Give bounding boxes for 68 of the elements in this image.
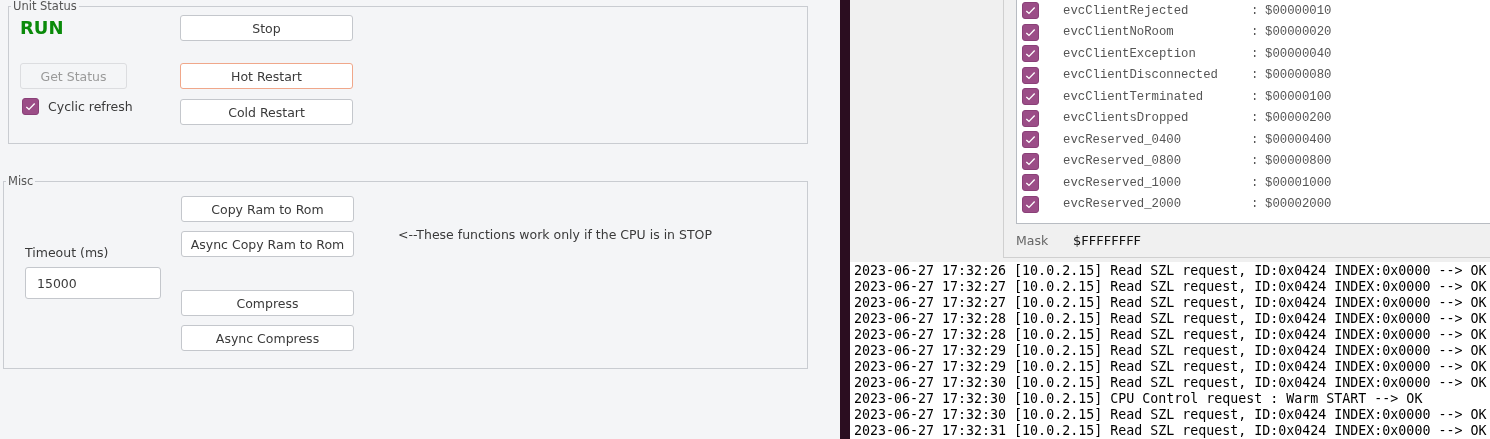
misc-action-button[interactable]: Async Copy Ram to Rom	[181, 231, 354, 257]
misc-action-button[interactable]: Async Compress	[181, 325, 354, 351]
log-line: 2023-06-27 17:32:26 [10.0.2.15] Read SZL request, ID:0x0424 INDEX:0x0000 --> OK	[854, 263, 1488, 279]
event-checkbox[interactable]	[1022, 109, 1039, 127]
log-line: 2023-06-27 17:32:27 [10.0.2.15] Read SZL request, ID:0x0424 INDEX:0x0000 --> OK	[854, 279, 1488, 295]
separator-text: :	[1251, 197, 1260, 212]
event-name: evcReserved_0800	[1063, 154, 1183, 169]
hot-restart-button[interactable]: Hot Restart	[180, 63, 353, 89]
stop-button[interactable]: Stop	[180, 15, 353, 41]
cyclic-refresh-label: Cyclic refresh	[48, 98, 133, 114]
mask-label: Mask	[1016, 233, 1050, 249]
separator-text: :	[1251, 132, 1260, 147]
misc-action-button[interactable]: Compress	[181, 290, 354, 316]
separator-text: :	[1251, 46, 1260, 61]
mask-value: $FFFFFFFF	[1073, 233, 1142, 249]
event-value: $00002000	[1265, 197, 1332, 212]
log-line: 2023-06-27 17:32:29 [10.0.2.15] Read SZL request, ID:0x0424 INDEX:0x0000 --> OK	[854, 359, 1488, 375]
log-line: 2023-06-27 17:32:28 [10.0.2.15] Read SZL request, ID:0x0424 INDEX:0x0000 --> OK	[854, 311, 1488, 327]
event-name: evcClientRejected	[1063, 3, 1190, 18]
event-value: $00000010	[1265, 3, 1332, 18]
event-name: evcReserved_2000	[1063, 197, 1183, 212]
log-line: 2023-06-27 17:32:30 [10.0.2.15] CPU Control request : Warm START --> OK	[854, 391, 1424, 407]
event-name: evcClientNoRoom	[1063, 25, 1175, 40]
log-line: 2023-06-27 17:32:29 [10.0.2.15] Read SZL request, ID:0x0424 INDEX:0x0000 --> OK	[854, 343, 1488, 359]
event-value: $00000200	[1265, 111, 1332, 126]
event-checkbox[interactable]	[1022, 45, 1039, 63]
log-line: 2023-06-27 17:32:30 [10.0.2.15] Read SZL request, ID:0x0424 INDEX:0x0000 --> OK	[854, 375, 1488, 391]
event-value: $00000040	[1265, 46, 1332, 61]
event-name: evcClientTerminated	[1063, 89, 1205, 104]
event-checkbox[interactable]	[1022, 195, 1039, 213]
note-text: <--These functions work only if the CPU is in STOP	[398, 227, 712, 244]
cyclic-refresh-checkbox[interactable]	[22, 97, 39, 115]
event-value: $00000020	[1265, 25, 1332, 40]
run-status-text: RUN	[20, 17, 65, 38]
log-line: 2023-06-27 17:32:28 [10.0.2.15] Read SZL request, ID:0x0424 INDEX:0x0000 --> OK	[854, 327, 1488, 343]
separator-text: :	[1251, 111, 1260, 126]
event-checkbox[interactable]	[1022, 174, 1039, 192]
cold-restart-button[interactable]: Cold Restart	[180, 99, 353, 125]
event-name: evcClientException	[1063, 46, 1197, 61]
separator-text: :	[1251, 68, 1260, 83]
event-value: $00000400	[1265, 132, 1332, 147]
event-checkbox[interactable]	[1022, 152, 1039, 170]
event-checkbox[interactable]	[1022, 23, 1039, 41]
event-value: $00000800	[1265, 154, 1332, 169]
separator-text: :	[1251, 154, 1260, 169]
misc-action-button[interactable]: Copy Ram to Rom	[181, 196, 354, 222]
separator-text: :	[1251, 3, 1260, 18]
separator-text: :	[1251, 25, 1260, 40]
timeout-label: Timeout (ms)	[25, 245, 110, 260]
group-title: Misc	[7, 175, 35, 187]
log-line: 2023-06-27 17:32:27 [10.0.2.15] Read SZL request, ID:0x0424 INDEX:0x0000 --> OK	[854, 295, 1488, 311]
separator-text: :	[1251, 89, 1260, 104]
event-checkbox[interactable]	[1022, 66, 1039, 84]
separator-text: :	[1251, 175, 1260, 190]
log-line: 2023-06-27 17:32:30 [10.0.2.15] Read SZL request, ID:0x0424 INDEX:0x0000 --> OK	[854, 407, 1488, 423]
event-checkbox[interactable]	[1022, 88, 1039, 106]
log-line: 2023-06-27 17:32:31 [10.0.2.15] Read SZL request, ID:0x0424 INDEX:0x0000 --> OK	[854, 423, 1488, 439]
event-name: evcClientsDropped	[1063, 111, 1190, 126]
timeout-input-field[interactable]: 15000	[25, 267, 161, 299]
event-name: evcReserved_1000	[1063, 175, 1183, 190]
event-value: $00001000	[1265, 175, 1332, 190]
group-title: Unit Status	[12, 0, 78, 12]
event-value: $00000100	[1265, 89, 1332, 104]
event-checkbox[interactable]	[1022, 2, 1039, 20]
event-value: $00000080	[1265, 68, 1332, 83]
event-name: evcClientDisconnected	[1063, 68, 1219, 83]
event-name: evcReserved_0400	[1063, 132, 1183, 147]
event-checkbox[interactable]	[1022, 131, 1039, 149]
